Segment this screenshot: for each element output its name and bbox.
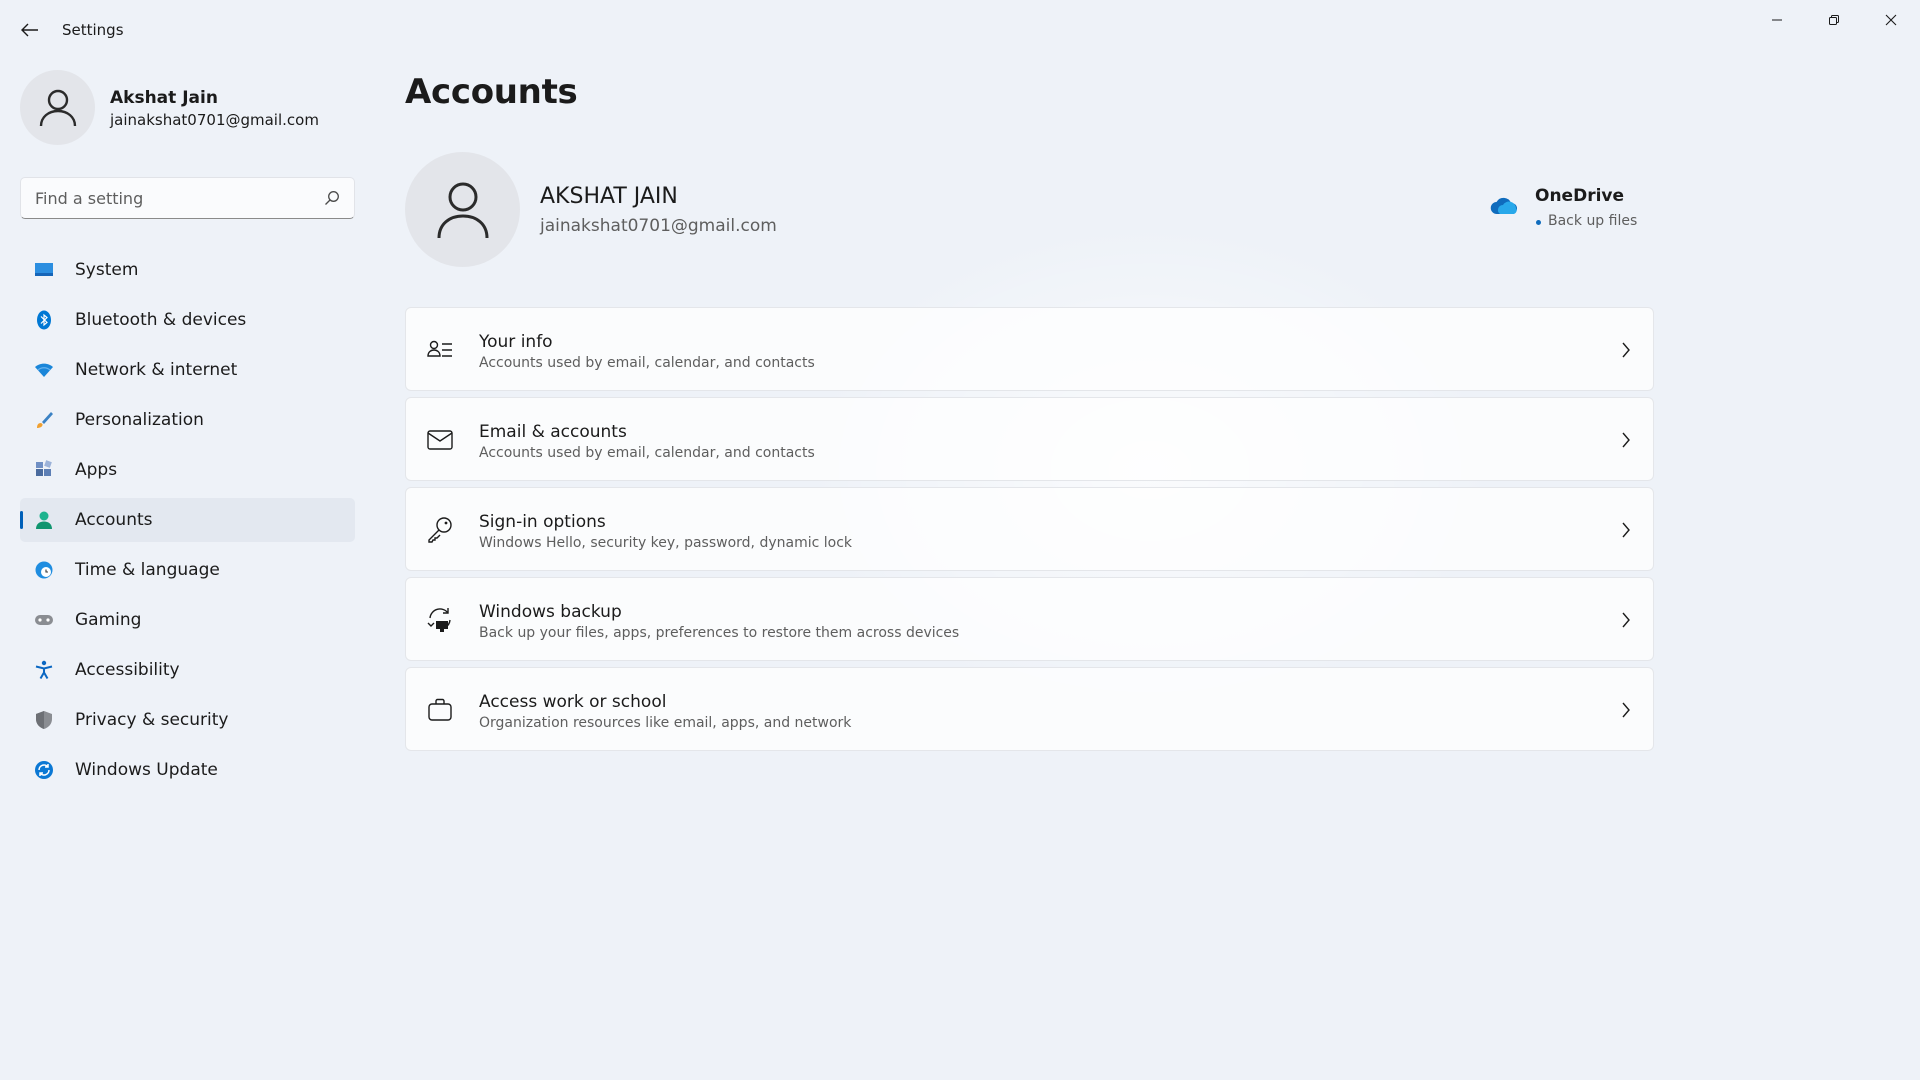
- card-subtitle: Back up your files, apps, preferences to…: [479, 625, 960, 641]
- sidebar-item-label: Privacy & security: [75, 710, 229, 730]
- sidebar-profile[interactable]: Akshat Jain jainakshat0701@gmail.com: [20, 70, 350, 146]
- sidebar-item-personalization[interactable]: Personalization: [20, 398, 355, 442]
- backup-icon: [427, 608, 451, 632]
- sidebar-item-label: Gaming: [75, 610, 142, 630]
- chevron-right-icon: [1622, 342, 1630, 358]
- profile-email: jainakshat0701@gmail.com: [110, 111, 319, 129]
- minimize-icon: [1772, 19, 1782, 21]
- card-email-accounts[interactable]: Email & accounts Accounts used by email,…: [405, 397, 1654, 481]
- account-email: jainakshat0701@gmail.com: [540, 216, 777, 236]
- chevron-right-icon: [1622, 522, 1630, 538]
- sidebar-item-gaming[interactable]: Gaming: [20, 598, 355, 642]
- card-subtitle: Windows Hello, security key, password, d…: [479, 535, 853, 551]
- card-title: Email & accounts: [479, 422, 627, 442]
- accessibility-icon: [35, 660, 53, 680]
- sidebar-item-privacy-security[interactable]: Privacy & security: [20, 698, 355, 742]
- person-icon: [36, 511, 52, 529]
- sidebar-item-apps[interactable]: Apps: [20, 448, 355, 492]
- app-title: Settings: [62, 21, 124, 39]
- sidebar-item-label: Bluetooth & devices: [75, 310, 247, 330]
- card-subtitle: Accounts used by email, calendar, and co…: [479, 445, 815, 461]
- restore-button[interactable]: [1806, 0, 1862, 40]
- key-icon: [428, 517, 452, 543]
- card-title: Access work or school: [479, 692, 667, 712]
- chevron-right-icon: [1622, 432, 1630, 448]
- person-avatar-icon: [39, 89, 76, 126]
- sidebar-item-label: System: [75, 260, 139, 280]
- chevron-right-icon: [1622, 612, 1630, 628]
- onedrive-status-text: Back up files: [1548, 213, 1638, 229]
- bluetooth-icon: [37, 310, 51, 330]
- close-icon: [1885, 14, 1897, 26]
- profile-name: Akshat Jain: [110, 88, 218, 108]
- sidebar-item-label: Personalization: [75, 410, 204, 430]
- status-dot: [1536, 220, 1541, 225]
- update-icon: [35, 761, 53, 779]
- back-button[interactable]: [14, 16, 46, 44]
- close-button[interactable]: [1863, 0, 1919, 40]
- back-arrow-icon: [21, 23, 38, 37]
- card-title: Windows backup: [479, 602, 622, 622]
- settings-cards: Your info Accounts used by email, calend…: [405, 307, 1654, 757]
- search-input[interactable]: Find a setting: [20, 177, 355, 219]
- sidebar-item-accounts[interactable]: Accounts: [20, 498, 355, 542]
- sidebar-nav: System Bluetooth & devices Network & int…: [20, 248, 355, 798]
- shield-icon: [36, 711, 52, 729]
- monitor-icon: [35, 263, 53, 276]
- globe-clock-icon: [35, 561, 53, 579]
- chevron-right-icon: [1622, 702, 1630, 718]
- account-name: AKSHAT JAIN: [540, 184, 678, 209]
- page-title: Accounts: [405, 72, 578, 112]
- sidebar-item-network[interactable]: Network & internet: [20, 348, 355, 392]
- sidebar-item-label: Apps: [75, 460, 118, 480]
- person-avatar-icon: [437, 182, 488, 238]
- title-bar: Settings: [0, 0, 1920, 60]
- restore-icon: [1829, 15, 1839, 25]
- account-avatar[interactable]: [405, 152, 520, 267]
- sidebar-item-label: Network & internet: [75, 360, 238, 380]
- sidebar-item-bluetooth[interactable]: Bluetooth & devices: [20, 298, 355, 342]
- search-icon: [325, 191, 339, 205]
- card-sign-in-options[interactable]: Sign-in options Windows Hello, security …: [405, 487, 1654, 571]
- sidebar-item-label: Accounts: [75, 510, 153, 530]
- onedrive-title: OneDrive: [1535, 186, 1625, 206]
- account-header: AKSHAT JAIN jainakshat0701@gmail.com One…: [405, 152, 1655, 267]
- card-title: Sign-in options: [479, 512, 606, 532]
- avatar: [20, 70, 95, 145]
- card-title: Your info: [479, 332, 553, 352]
- gamepad-icon: [35, 615, 53, 625]
- card-windows-backup[interactable]: Windows backup Back up your files, apps,…: [405, 577, 1654, 661]
- sidebar-item-windows-update[interactable]: Windows Update: [20, 748, 355, 792]
- sidebar-item-label: Windows Update: [75, 760, 218, 780]
- card-your-info[interactable]: Your info Accounts used by email, calend…: [405, 307, 1654, 391]
- brush-icon: [37, 412, 53, 428]
- sidebar-item-label: Time & language: [75, 560, 220, 580]
- card-subtitle: Accounts used by email, calendar, and co…: [479, 355, 815, 371]
- briefcase-icon: [428, 698, 452, 721]
- search-placeholder: Find a setting: [35, 189, 144, 208]
- sidebar-item-label: Accessibility: [75, 660, 180, 680]
- card-subtitle: Organization resources like email, apps,…: [479, 715, 852, 731]
- apps-icon: [36, 460, 52, 476]
- wifi-icon: [35, 363, 53, 377]
- sidebar-item-system[interactable]: System: [20, 248, 355, 292]
- onedrive-status[interactable]: OneDrive Back up files: [1490, 186, 1660, 236]
- sidebar-item-accessibility[interactable]: Accessibility: [20, 648, 355, 692]
- onedrive-cloud-icon: [1490, 197, 1518, 215]
- mail-icon: [427, 430, 453, 450]
- sidebar-item-time-language[interactable]: Time & language: [20, 548, 355, 592]
- person-list-icon: [427, 340, 452, 357]
- minimize-button[interactable]: [1749, 0, 1805, 40]
- card-access-work-school[interactable]: Access work or school Organization resou…: [405, 667, 1654, 751]
